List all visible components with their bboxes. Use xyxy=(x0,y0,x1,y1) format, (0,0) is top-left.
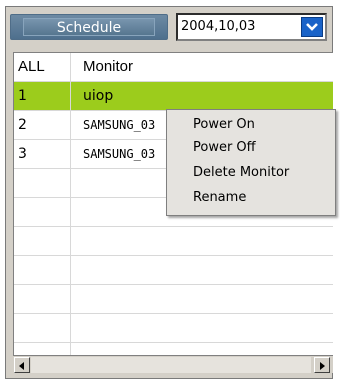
menu-item-rename[interactable]: Rename xyxy=(193,190,246,205)
empty-row xyxy=(14,227,333,256)
menu-item-delete-monitor[interactable]: Delete Monitor xyxy=(193,165,289,180)
row-index: 1 xyxy=(14,82,71,110)
scroll-left-button[interactable] xyxy=(14,357,30,373)
row-index: 2 xyxy=(14,111,71,139)
menu-item-power-off[interactable]: Power Off xyxy=(193,140,256,155)
column-header-all[interactable]: ALL xyxy=(14,53,71,81)
empty-row xyxy=(14,285,333,314)
date-picker[interactable]: 2004,10,03 xyxy=(176,13,327,41)
schedule-button[interactable]: Schedule xyxy=(10,14,168,40)
arrow-right-icon xyxy=(320,362,325,370)
table-row-selected[interactable]: 1 uiop xyxy=(14,82,333,111)
scroll-right-button[interactable] xyxy=(314,357,330,373)
monitor-panel: Schedule 2004,10,03 ALL Monitor 1 uiop 2… xyxy=(0,0,340,385)
chevron-down-icon xyxy=(306,23,318,31)
context-menu: Power On Power Off Delete Monitor Rename xyxy=(166,109,336,216)
schedule-button-label: Schedule xyxy=(23,18,155,36)
empty-row xyxy=(14,256,333,285)
menu-item-power-on[interactable]: Power On xyxy=(193,117,255,132)
column-header-monitor[interactable]: Monitor xyxy=(71,53,333,81)
date-value: 2004,10,03 xyxy=(181,19,256,34)
grid-header-row: ALL Monitor xyxy=(14,53,333,82)
row-monitor-name: uiop xyxy=(83,88,114,104)
date-dropdown-button[interactable] xyxy=(301,17,323,37)
arrow-left-icon xyxy=(19,362,24,370)
horizontal-scrollbar[interactable] xyxy=(13,355,333,373)
empty-row xyxy=(14,314,333,343)
scroll-track[interactable] xyxy=(31,357,311,373)
row-index: 3 xyxy=(14,140,71,168)
